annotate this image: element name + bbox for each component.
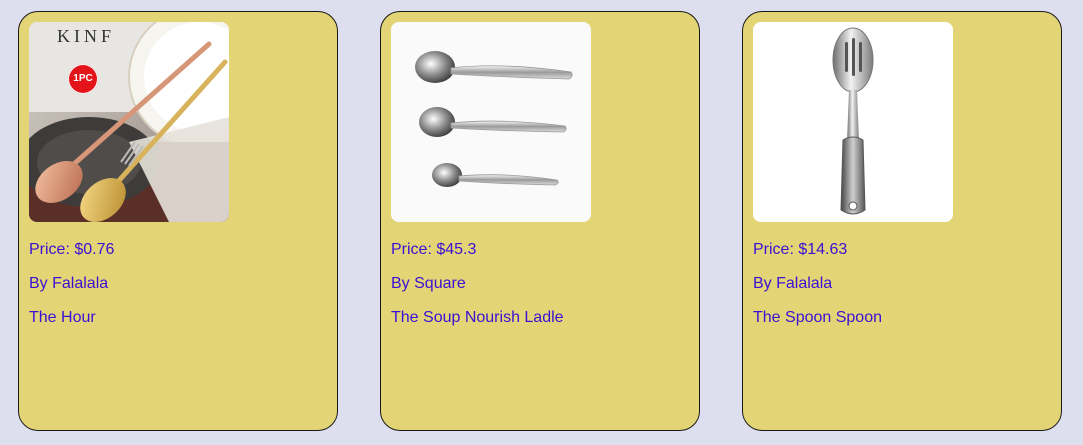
product-card[interactable]: Price: $14.63 By Falalala The Spoon Spoo… <box>742 11 1062 431</box>
quantity-badge: 1PC <box>68 64 98 94</box>
product-card[interactable]: KINF 1PC Price: $0.76 By Falalala The Ho… <box>18 11 338 431</box>
product-price: Price: $14.63 <box>753 241 848 258</box>
product-grid: KINF 1PC Price: $0.76 By Falalala The Ho… <box>0 0 1083 445</box>
product-brand-link[interactable]: By Falalala <box>753 274 832 294</box>
product-card[interactable]: Price: $45.3 By Square The Soup Nourish … <box>380 11 700 431</box>
product-name-link[interactable]: The Spoon Spoon <box>753 308 882 328</box>
svg-text:KINF: KINF <box>57 26 115 46</box>
product-brand-link[interactable]: By Square <box>391 274 466 294</box>
product-image-ladles[interactable] <box>391 22 591 222</box>
product-price: Price: $0.76 <box>29 241 115 258</box>
product-price: Price: $45.3 <box>391 241 477 258</box>
product-name-link[interactable]: The Hour <box>29 308 96 328</box>
spoon-fork-photo-icon: KINF <box>29 22 229 222</box>
product-name-link[interactable]: The Soup Nourish Ladle <box>391 308 564 328</box>
ladle-set-photo-icon <box>391 22 591 222</box>
product-brand-link[interactable]: By Falalala <box>29 274 108 294</box>
product-image-gold-spoons[interactable]: KINF 1PC <box>29 22 229 222</box>
product-image-slotted-spoon[interactable] <box>753 22 953 222</box>
slotted-spoon-photo-icon <box>753 22 953 222</box>
